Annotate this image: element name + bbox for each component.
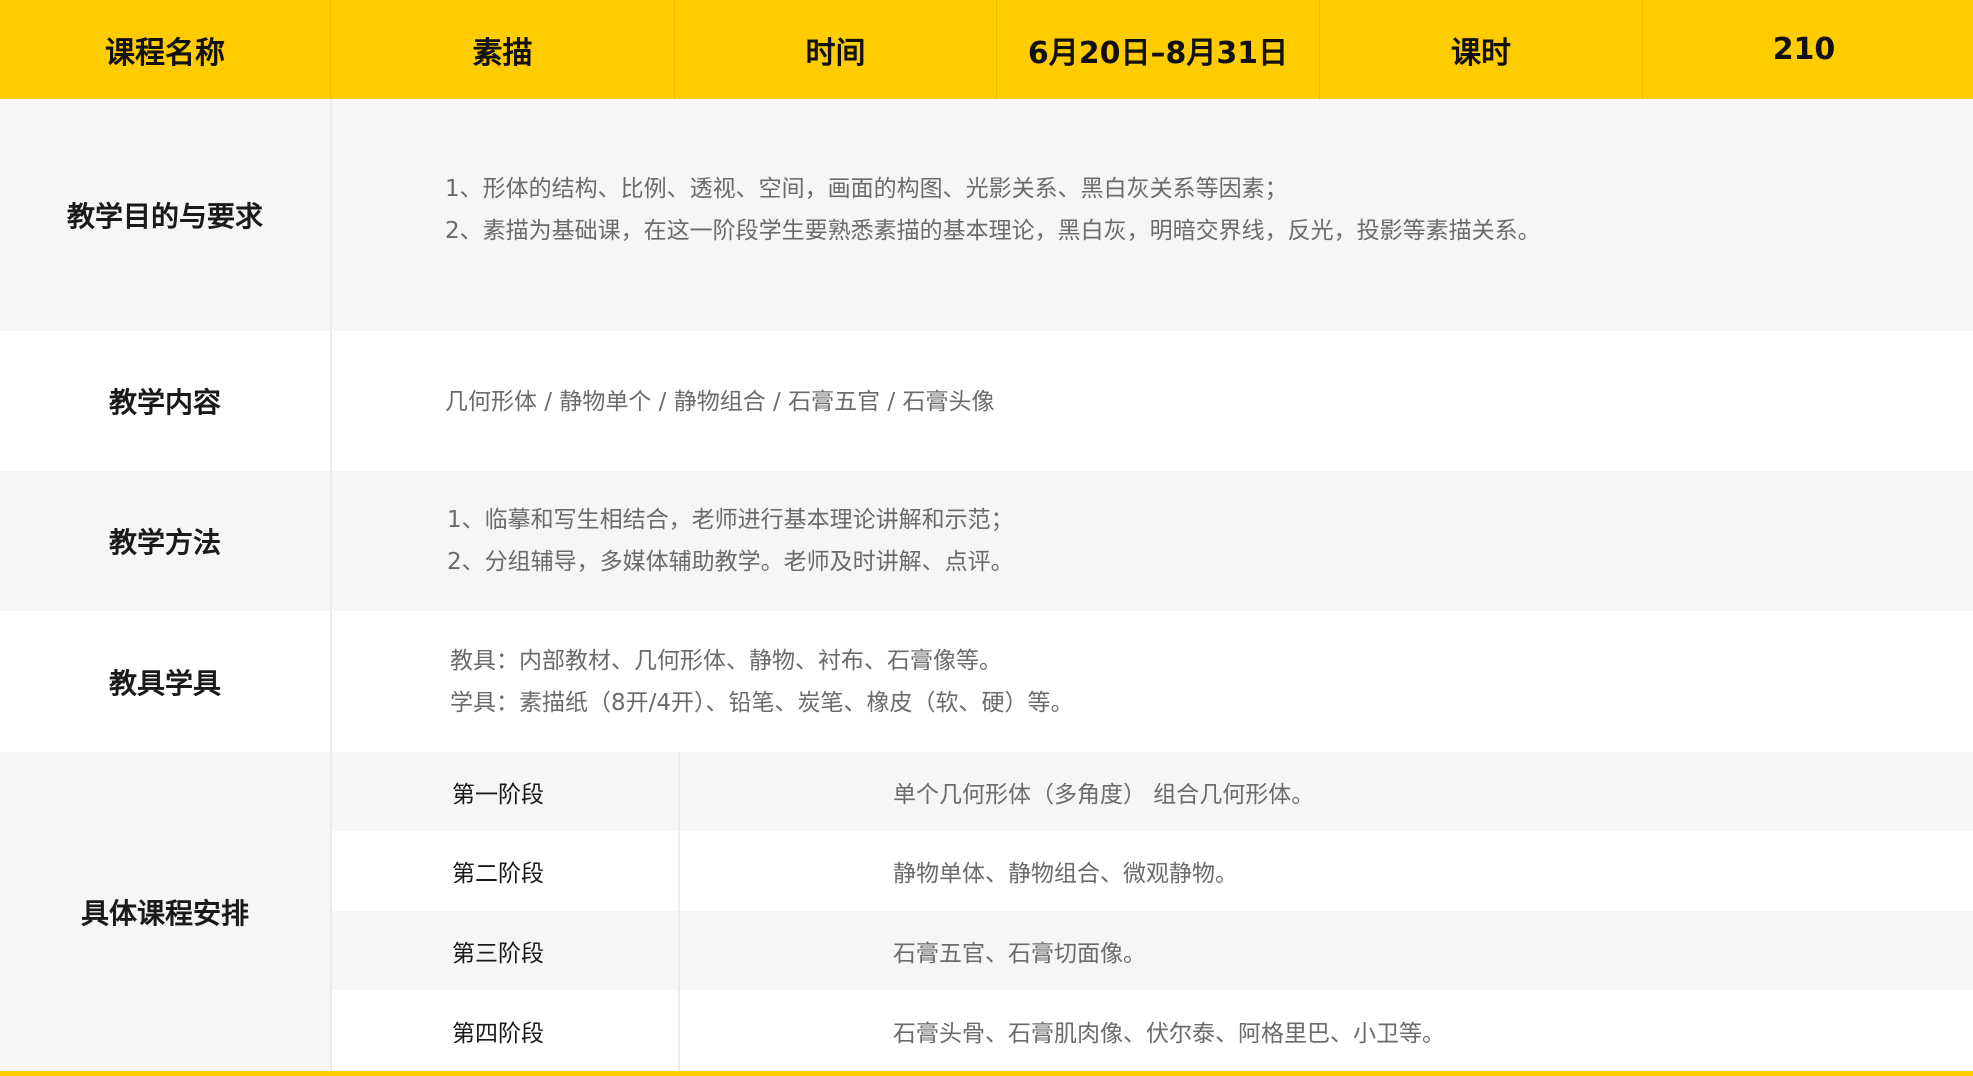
tools-line-2: 学具：素描纸（8开/4开）、铅笔、炭笔、橡皮（软、硬）等。 [450, 690, 1074, 716]
methods-label: 教学方法 [108, 526, 221, 559]
objectives-line-1: 1、形体的结构、比例、透视、空间，画面的构图、光影关系、黑白灰关系等因素； [445, 176, 1288, 202]
content-text: 几何形体 / 静物单个 / 静物组合 / 石膏五官 / 石膏头像 [445, 389, 995, 415]
stage-1-detail: 单个几何形体（多角度） 组合几何形体。 [893, 781, 1315, 808]
schedule-label: 具体课程安排 [80, 896, 249, 930]
header-hours-label: 课时 [1319, 0, 1642, 99]
stage-1-name: 第一阶段 [452, 781, 544, 808]
stage-4-detail: 石膏头骨、石膏肌肉像、伏尔泰、阿格里巴、小卫等。 [893, 1020, 1445, 1047]
header-course-name-value: 素描 [330, 0, 674, 99]
objectives-label: 教学目的与要求 [66, 200, 263, 233]
tools-line-1: 教具：内部教材、几何形体、静物、衬布、石膏像等。 [450, 648, 1002, 674]
objectives-line-2: 2、素描为基础课，在这一阶段学生要熟悉素描的基本理论，黑白灰，明暗交界线，反光，… [445, 218, 1541, 244]
header-hours-value: 210 [1642, 0, 1965, 99]
stage-2-detail: 静物单体、静物组合、微观静物。 [893, 861, 1238, 887]
stage-column-divider [678, 752, 680, 1072]
stage-2-name: 第二阶段 [452, 861, 544, 887]
table-header: 课程名称 素描 时间 6月20日–8月31日 课时 210 [0, 0, 1973, 100]
stage-3-name: 第三阶段 [452, 940, 544, 967]
content-label: 教学内容 [108, 386, 221, 419]
header-course-name-label: 课程名称 [105, 35, 225, 71]
stage-3-detail: 石膏五官、石膏切面像。 [893, 940, 1146, 967]
stage-4-name: 第四阶段 [452, 1020, 544, 1047]
course-table: 课程名称 素描 时间 6月20日–8月31日 课时 210 教学目的与要求 1、… [0, 0, 1973, 1076]
bottom-accent-bar [0, 1071, 1973, 1076]
tools-label: 教具学具 [108, 666, 221, 700]
methods-line-2: 2、分组辅导，多媒体辅助教学。老师及时讲解、点评。 [447, 549, 1014, 575]
methods-line-1: 1、临摹和写生相结合，老师进行基本理论讲解和示范； [447, 507, 1014, 533]
header-time-label: 时间 [674, 0, 996, 99]
header-time-value: 6月20日–8月31日 [996, 0, 1319, 99]
label-column-divider [330, 99, 332, 1071]
